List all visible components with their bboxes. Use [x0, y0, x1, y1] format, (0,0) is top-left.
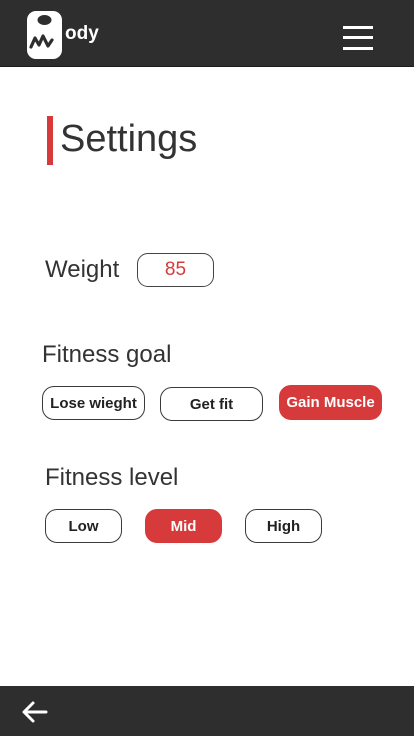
weight-input[interactable] [137, 253, 214, 287]
bottom-nav-bar [0, 686, 414, 736]
logo-wordmark: ody [65, 23, 99, 44]
goal-option-lose-weight[interactable]: Lose wieght [42, 386, 145, 420]
level-option-mid[interactable]: Mid [145, 509, 222, 543]
weight-label: Weight [45, 256, 120, 283]
level-option-high[interactable]: High [245, 509, 322, 543]
goal-option-get-fit[interactable]: Get fit [160, 387, 263, 421]
hamburger-menu-icon[interactable] [340, 21, 376, 53]
app-logo[interactable]: ody [26, 9, 99, 61]
fitness-level-label: Fitness level [45, 464, 179, 491]
page-title: Settings [60, 118, 198, 160]
goal-option-gain-muscle[interactable]: Gain Muscle [279, 385, 382, 420]
fitness-goal-label: Fitness goal [42, 341, 172, 368]
level-option-low[interactable]: Low [45, 509, 122, 543]
title-accent-bar [47, 116, 53, 165]
kettlebell-logo-icon [27, 11, 62, 59]
top-app-bar: ody [0, 0, 414, 67]
arrow-left-icon[interactable] [20, 700, 50, 724]
